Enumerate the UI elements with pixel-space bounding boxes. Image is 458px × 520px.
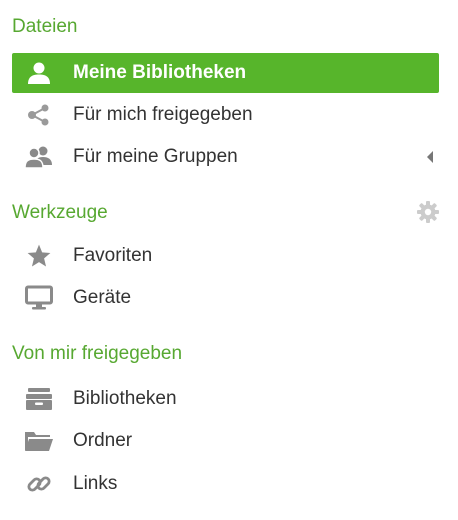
share-icon <box>24 102 54 128</box>
section-title-tools: Werkzeuge <box>12 202 108 223</box>
link-icon <box>24 471 54 497</box>
nav-item-label: Favoriten <box>73 245 153 266</box>
gear-icon[interactable] <box>416 200 440 224</box>
nav-item-label: Geräte <box>73 287 132 308</box>
nav-item-devices[interactable]: Geräte <box>12 278 439 318</box>
side-navigation: Dateien Meine Bibliotheken Für mich frei… <box>0 0 458 520</box>
nav-item-shared-with-me[interactable]: Für mich freigegeben <box>12 95 439 135</box>
section-title-shared-by-me: Von mir freigegeben <box>12 343 183 364</box>
nav-item-shared-libraries[interactable]: Bibliotheken <box>12 379 439 419</box>
expand-caret-icon[interactable] <box>427 151 433 163</box>
nav-item-label: Ordner <box>73 430 133 451</box>
user-icon <box>24 60 54 86</box>
star-icon <box>24 243 54 269</box>
nav-item-label: Bibliotheken <box>73 388 177 409</box>
folder-icon <box>24 428 54 454</box>
nav-item-my-libraries[interactable]: Meine Bibliotheken <box>12 53 439 93</box>
library-icon <box>24 386 54 412</box>
nav-item-label: Für mich freigegeben <box>73 104 253 125</box>
nav-item-label: Für meine Gruppen <box>73 146 238 167</box>
nav-item-label: Meine Bibliotheken <box>73 62 247 83</box>
monitor-icon <box>24 285 54 311</box>
nav-item-favorites[interactable]: Favoriten <box>12 236 439 276</box>
nav-item-my-groups[interactable]: Für meine Gruppen <box>12 137 439 177</box>
nav-item-shared-folders[interactable]: Ordner <box>12 421 439 461</box>
nav-item-shared-links[interactable]: Links <box>12 464 439 504</box>
section-title-files: Dateien <box>12 16 78 37</box>
nav-item-label: Links <box>73 473 118 494</box>
group-icon <box>24 144 54 170</box>
